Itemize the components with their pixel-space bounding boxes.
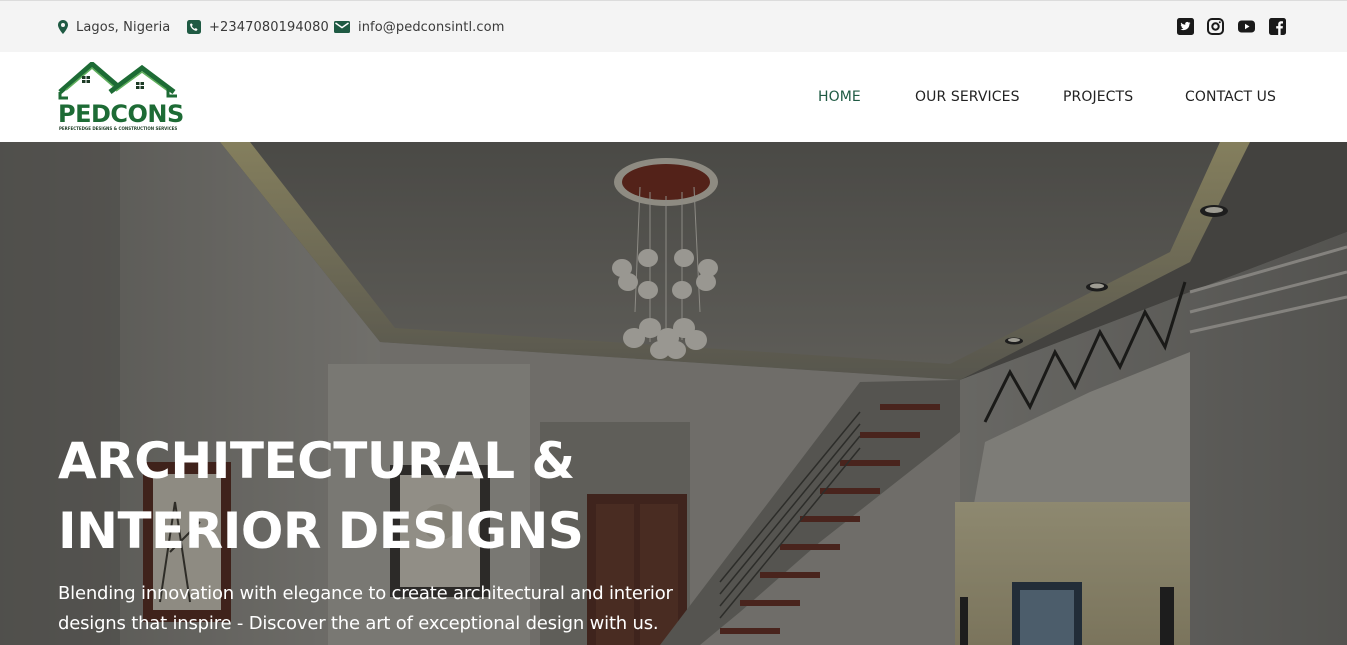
nav-our-services[interactable]: OUR SERVICES	[915, 89, 1020, 105]
hero-subtitle: Blending innovation with elegance to cre…	[58, 579, 698, 639]
location-info: Lagos, Nigeria	[58, 18, 170, 36]
hero-title-line-1: ARCHITECTURAL &	[58, 432, 575, 490]
hero-subtitle-line-1: Blending innovation with elegance to cre…	[58, 583, 673, 604]
hero-title-line-2: INTERIOR DESIGNS	[58, 502, 584, 560]
nav-contact-us[interactable]: CONTACT US	[1185, 89, 1276, 105]
map-pin-icon	[58, 20, 68, 34]
instagram-icon[interactable]	[1207, 18, 1224, 35]
logo-tagline: PERFECTEDGE DESIGNS & CONSTRUCTION SERVI…	[59, 126, 178, 131]
nav-projects[interactable]: PROJECTS	[1063, 89, 1133, 105]
email-info[interactable]: info@pedconsintl.com	[334, 18, 504, 36]
phone-info[interactable]: +2347080194080	[187, 18, 329, 36]
email-text[interactable]: info@pedconsintl.com	[358, 20, 504, 35]
social-links	[1177, 18, 1286, 35]
facebook-icon[interactable]	[1269, 18, 1286, 35]
phone-text[interactable]: +2347080194080	[209, 20, 329, 35]
hero-title: ARCHITECTURAL & INTERIOR DESIGNS	[58, 426, 758, 566]
envelope-icon	[334, 21, 350, 33]
hero-dark-overlay	[0, 142, 1347, 645]
site-header: PEDCONS PERFECTEDGE DESIGNS & CONSTRUCTI…	[0, 52, 1347, 142]
location-text: Lagos, Nigeria	[76, 19, 171, 35]
hero-subtitle-line-2: designs that inspire - Discover the art …	[58, 613, 659, 634]
phone-icon	[187, 20, 201, 34]
main-nav: HOME OUR SERVICES PROJECTS CONTACT US	[0, 89, 1347, 107]
twitter-icon[interactable]	[1177, 18, 1194, 35]
hero-banner: ARCHITECTURAL & INTERIOR DESIGNS Blendin…	[0, 142, 1347, 645]
nav-home[interactable]: HOME	[818, 89, 861, 105]
youtube-icon[interactable]	[1237, 18, 1256, 35]
top-bar: Lagos, Nigeria +2347080194080 info@pedco…	[0, 0, 1347, 52]
